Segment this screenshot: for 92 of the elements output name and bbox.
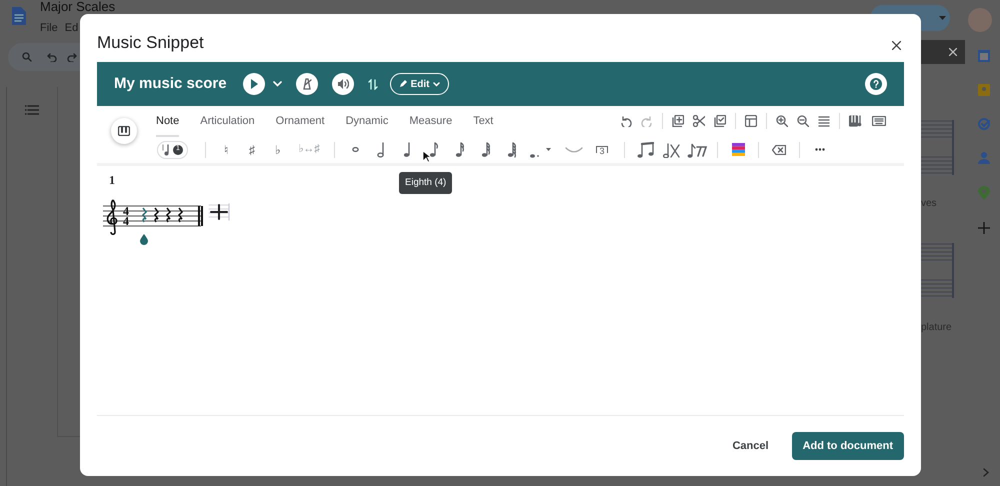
caret-icon bbox=[433, 82, 440, 86]
caret-icon bbox=[939, 16, 946, 20]
whole-note-icon bbox=[352, 147, 358, 152]
undo-icon bbox=[620, 115, 632, 127]
edit-button[interactable]: Edit bbox=[390, 73, 450, 95]
piano-button[interactable] bbox=[111, 118, 137, 144]
undo-icon bbox=[47, 52, 57, 62]
play-icon bbox=[250, 79, 258, 89]
staff-drawing bbox=[921, 120, 954, 175]
note-rests-icon bbox=[686, 142, 708, 158]
redo-icon bbox=[67, 52, 77, 62]
zoom-in-button[interactable] bbox=[776, 115, 788, 127]
scissors-icon bbox=[693, 115, 705, 127]
measure-number: 1 bbox=[109, 172, 115, 189]
half-note-icon bbox=[376, 142, 386, 158]
docs-logo-icon bbox=[12, 6, 26, 25]
add-to-document-button[interactable]: Add to document bbox=[792, 432, 904, 460]
note-icon bbox=[162, 144, 170, 156]
transpose-button[interactable] bbox=[368, 78, 378, 90]
metronome-icon bbox=[300, 78, 313, 90]
eighth-note-icon bbox=[428, 142, 438, 158]
quarter-note-icon bbox=[402, 142, 412, 158]
dot-icon bbox=[530, 154, 540, 158]
lines-button[interactable] bbox=[818, 116, 830, 126]
metronome-button[interactable] bbox=[296, 73, 318, 95]
tuplet-button[interactable]: 3 bbox=[587, 138, 617, 162]
zoom-out-button[interactable] bbox=[797, 115, 809, 127]
zoom-out-icon bbox=[797, 115, 809, 127]
swap-icon bbox=[368, 78, 378, 90]
play-button[interactable] bbox=[242, 73, 265, 95]
color-palette-icon bbox=[732, 143, 744, 156]
check-circle-icon[interactable] bbox=[978, 118, 990, 130]
add-measure-icon[interactable] bbox=[207, 203, 231, 221]
accidental-button[interactable]: ♭ bbox=[265, 138, 291, 162]
layout-button[interactable] bbox=[745, 115, 757, 127]
rest-note[interactable] bbox=[166, 208, 171, 222]
document-title: Major Scales bbox=[40, 0, 116, 13]
zoom-in-icon bbox=[776, 115, 788, 127]
pencil-icon bbox=[398, 80, 407, 88]
search-icon bbox=[22, 52, 32, 62]
chevron-icon[interactable] bbox=[983, 468, 989, 477]
sixteenth-note-icon bbox=[454, 142, 464, 158]
help-button[interactable] bbox=[865, 73, 887, 95]
plus-icon[interactable] bbox=[978, 222, 990, 234]
score-title: My music score bbox=[114, 74, 227, 94]
staff-drawing bbox=[921, 243, 954, 298]
thirty-second-note-icon bbox=[480, 142, 490, 158]
paste-button[interactable] bbox=[714, 115, 726, 127]
tab[interactable]: Dynamic bbox=[346, 106, 388, 136]
selection-handle[interactable] bbox=[140, 234, 148, 245]
beamed-notes-icon bbox=[636, 142, 654, 158]
piano-note-icon bbox=[849, 115, 863, 127]
caret-icon bbox=[272, 81, 282, 87]
keyboard-icon bbox=[872, 116, 886, 126]
note-cross-icon bbox=[662, 142, 680, 158]
rest-note[interactable] bbox=[142, 208, 147, 222]
cancel-button[interactable]: Cancel bbox=[724, 432, 777, 460]
tab[interactable]: Ornament bbox=[276, 106, 325, 136]
rest-note[interactable] bbox=[178, 208, 183, 222]
accidental-button[interactable]: ♯ bbox=[239, 138, 265, 162]
scissors-button[interactable] bbox=[693, 115, 705, 127]
lines-icon bbox=[818, 116, 830, 126]
cursor-icon bbox=[422, 150, 431, 163]
dialog-title: Music Snippet bbox=[97, 33, 204, 53]
dropdown-button[interactable] bbox=[272, 81, 282, 87]
volume-button[interactable] bbox=[332, 73, 354, 95]
tie-icon bbox=[565, 146, 583, 152]
redo-icon bbox=[641, 115, 653, 127]
caret-icon[interactable] bbox=[546, 148, 551, 151]
accidental-button[interactable]: ♮ bbox=[213, 138, 239, 162]
piano-note-button[interactable] bbox=[849, 115, 863, 127]
rest-note[interactable] bbox=[154, 208, 159, 222]
tab[interactable]: Articulation bbox=[200, 106, 255, 136]
keyboard-button[interactable] bbox=[872, 116, 886, 126]
copy-icon bbox=[672, 115, 684, 127]
backspace-icon bbox=[772, 144, 786, 154]
undo-button[interactable] bbox=[620, 115, 632, 127]
outline-icon bbox=[25, 105, 39, 115]
tab[interactable]: Note bbox=[156, 106, 180, 136]
close-icon[interactable] bbox=[949, 48, 957, 56]
close-icon bbox=[892, 41, 901, 50]
help-icon bbox=[870, 78, 882, 90]
tooltip: Eighth (4) bbox=[399, 172, 452, 194]
more-icon bbox=[815, 148, 825, 151]
tab[interactable]: Measure bbox=[409, 106, 452, 136]
speaker-icon bbox=[336, 79, 349, 89]
paste-icon bbox=[714, 115, 726, 127]
tab[interactable]: Text bbox=[473, 106, 494, 136]
layout-icon bbox=[745, 115, 757, 127]
copy-button[interactable] bbox=[672, 115, 684, 127]
piano-icon bbox=[118, 126, 130, 136]
sixty-fourth-note-icon bbox=[506, 142, 516, 158]
